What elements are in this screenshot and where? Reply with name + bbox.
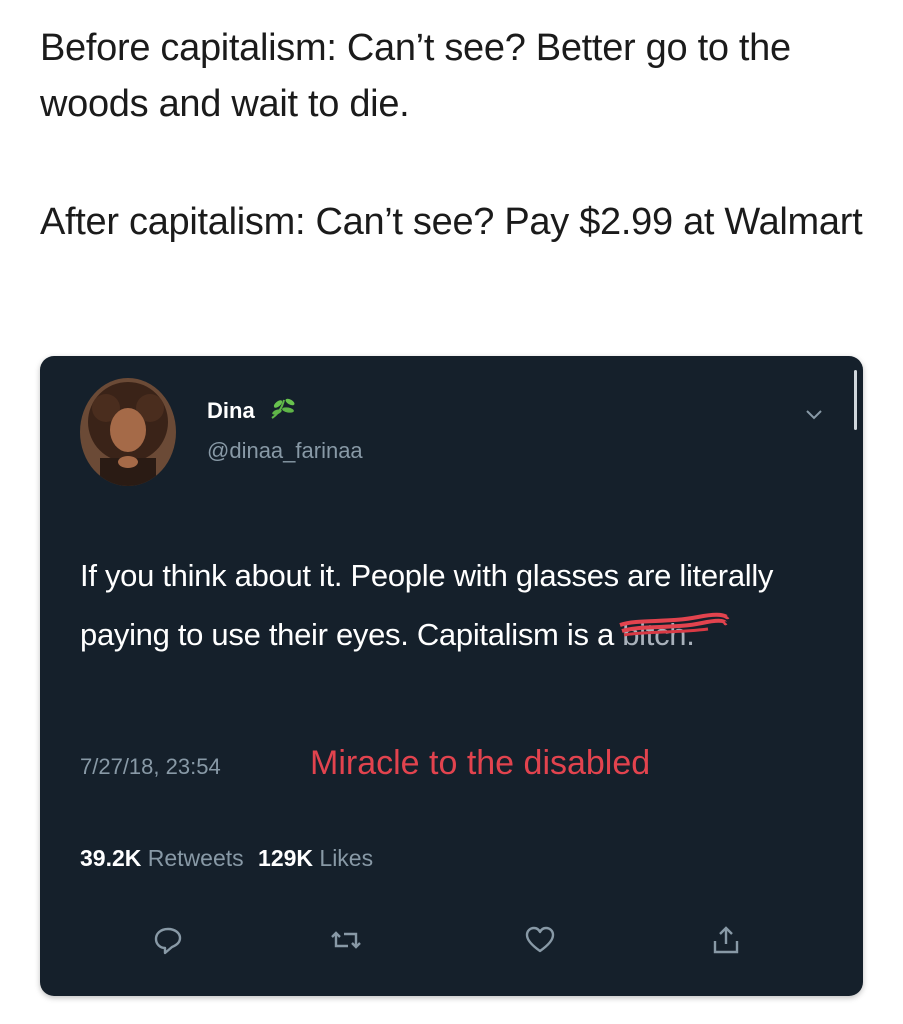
like-icon[interactable] (524, 924, 556, 956)
tweet-actions (40, 924, 863, 964)
likes-count[interactable]: 129K (258, 845, 313, 871)
caption-after: After capitalism: Can’t see? Pay $2.99 a… (40, 201, 863, 243)
leaf-emoji-icon (268, 394, 300, 422)
retweet-icon[interactable] (330, 924, 362, 956)
retweets-label[interactable]: Retweets (148, 845, 244, 871)
tweet-stats: 39.2K Retweets 129K Likes (80, 845, 373, 872)
caption-before: Before capitalism: Can’t see? Better go … (40, 27, 791, 125)
chevron-down-icon[interactable] (805, 408, 823, 422)
reply-icon[interactable] (152, 924, 184, 956)
tweet-card: Dina @dinaa_farinaa If you think about i… (40, 356, 863, 996)
censored-word: bitch. (619, 605, 730, 664)
scrollbar[interactable] (854, 370, 857, 430)
user-handle[interactable]: @dinaa_farinaa (207, 438, 363, 464)
avatar[interactable] (80, 378, 176, 486)
display-name[interactable]: Dina (207, 398, 255, 424)
share-icon[interactable] (710, 924, 742, 956)
tweet-text: If you think about it. People with glass… (80, 546, 840, 664)
handwritten-annotation: Miracle to the disabled (310, 744, 651, 782)
likes-label[interactable]: Likes (319, 845, 373, 871)
timestamp[interactable]: 7/27/18, 23:54 (80, 754, 221, 780)
retweets-count[interactable]: 39.2K (80, 845, 141, 871)
